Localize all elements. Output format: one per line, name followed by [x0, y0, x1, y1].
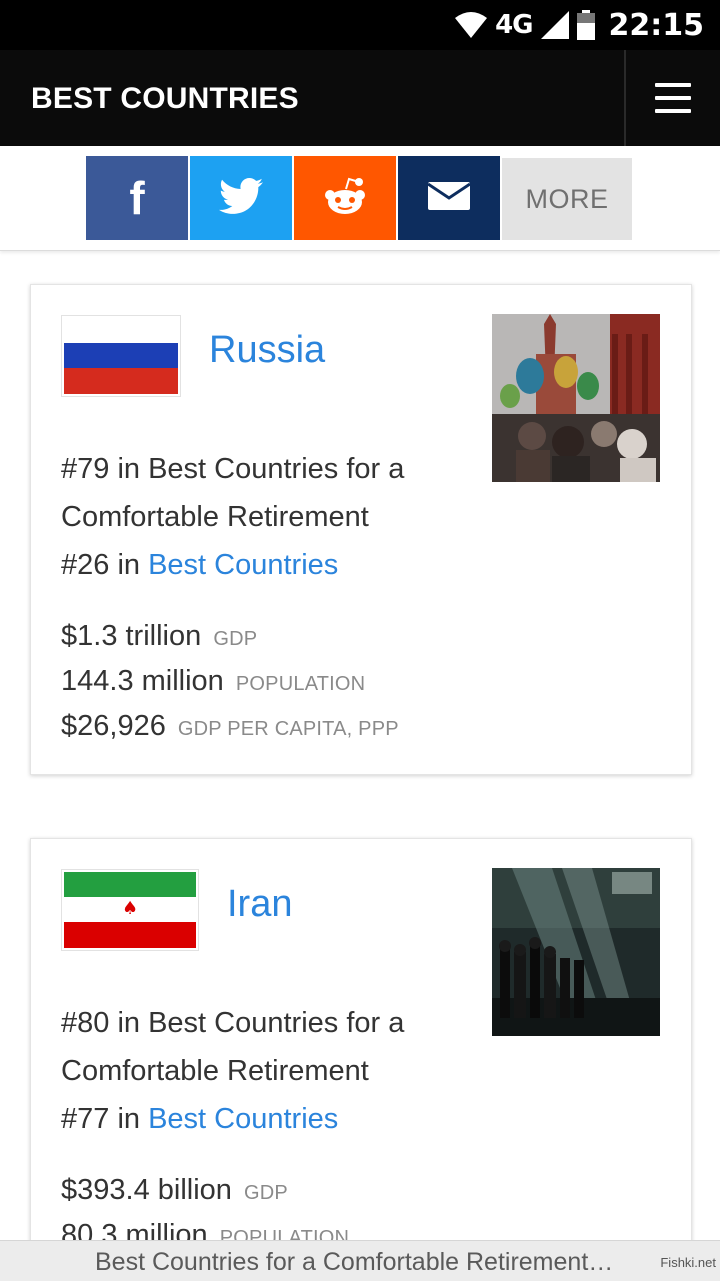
country-stats: $1.3 trillion GDP 144.3 million POPULATI…	[61, 615, 399, 750]
gdp-label: GDP	[243, 1182, 288, 1204]
bottom-page-title-bar: Best Countries for a Comfortable Retirem…	[0, 1240, 720, 1281]
share-bar: f MORE	[0, 146, 720, 251]
country-name-link[interactable]: Russia	[209, 329, 325, 372]
category-rank-line-2: Comfortable Retirement	[61, 501, 369, 533]
overall-rank: #26 in Best Countries	[61, 541, 471, 589]
category-rank-line-1: #80 in Best Countries for a	[61, 1007, 405, 1039]
iran-flag[interactable]: ♠	[61, 869, 199, 951]
wifi-icon	[455, 12, 488, 38]
facebook-icon: f	[129, 172, 145, 224]
app-header: BEST COUNTRIES	[0, 50, 720, 146]
status-bar: 4G 22:15	[0, 0, 720, 50]
gdp-value: $1.3 trillion	[61, 620, 202, 652]
cellular-signal-icon	[540, 11, 569, 39]
reddit-share-button[interactable]	[294, 156, 396, 240]
gdp-per-capita-label: GDP PER CAPITA, PPP	[177, 718, 399, 740]
population-row: 144.3 million POPULATION	[61, 660, 399, 705]
reddit-alien-icon	[323, 176, 367, 221]
more-share-button[interactable]: MORE	[502, 158, 632, 240]
twitter-share-button[interactable]	[190, 156, 292, 240]
gdp-per-capita-value: $26,926	[61, 710, 166, 742]
country-card: ♠ Iran #80 in Best Countries for a Comfo…	[30, 838, 692, 1260]
category-rank-line-1: #79 in Best Countries for a	[61, 453, 405, 485]
rankings: #79 in Best Countries for a Comfortable …	[61, 445, 471, 589]
clock: 22:15	[608, 7, 705, 43]
gdp-row: $1.3 trillion GDP	[61, 615, 399, 660]
population-value: 144.3 million	[61, 665, 224, 697]
best-countries-link[interactable]: Best Countries	[148, 1103, 338, 1135]
gdp-row: $393.4 billion GDP	[61, 1169, 349, 1214]
rankings: #80 in Best Countries for a Comfortable …	[61, 999, 471, 1143]
status-icons: 4G 22:15	[455, 7, 705, 43]
page-title[interactable]: Best Countries for a Comfortable Retirem…	[95, 1241, 613, 1281]
gdp-label: GDP	[213, 628, 258, 650]
gdp-per-capita-row: $26,926 GDP PER CAPITA, PPP	[61, 705, 399, 750]
country-photo[interactable]	[492, 868, 660, 1036]
gdp-value: $393.4 billion	[61, 1174, 232, 1206]
country-card: Russia #79 in Best Countries for a Comfo	[30, 284, 692, 775]
overall-rank-number: #77 in	[61, 1103, 141, 1135]
country-photo[interactable]	[492, 314, 660, 482]
twitter-bird-icon	[218, 177, 263, 219]
site-title[interactable]: BEST COUNTRIES	[31, 50, 299, 146]
network-type: 4G	[495, 10, 533, 40]
envelope-icon	[427, 181, 471, 215]
best-countries-link[interactable]: Best Countries	[148, 549, 338, 581]
hamburger-menu-icon[interactable]	[626, 50, 720, 146]
email-share-button[interactable]	[398, 156, 500, 240]
facebook-share-button[interactable]: f	[86, 156, 188, 240]
overall-rank: #77 in Best Countries	[61, 1095, 471, 1143]
population-label: POPULATION	[235, 673, 366, 695]
country-name-link[interactable]: Iran	[227, 883, 292, 926]
russia-flag[interactable]	[61, 315, 181, 397]
watermark: Fishki.net	[660, 1255, 716, 1270]
battery-icon	[576, 10, 595, 40]
category-rank-line-2: Comfortable Retirement	[61, 1055, 369, 1087]
overall-rank-number: #26 in	[61, 549, 141, 581]
